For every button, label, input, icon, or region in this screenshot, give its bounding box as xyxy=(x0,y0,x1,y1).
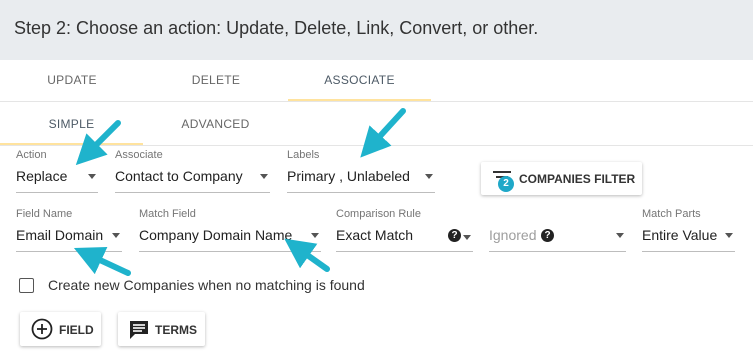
create-new-label: Create new Companies when no matching is… xyxy=(48,277,365,293)
comparison-rule-label: Comparison Rule xyxy=(336,208,421,220)
tab-delete[interactable]: DELETE xyxy=(164,73,268,101)
comparison-rule-select[interactable]: Exact Match ? xyxy=(336,220,473,252)
associate-select[interactable]: Contact to Company xyxy=(115,161,270,193)
action-label: Action xyxy=(16,149,47,161)
help-icon[interactable]: ? xyxy=(541,229,554,242)
tab-update[interactable]: UPDATE xyxy=(20,73,124,101)
subtabs-divider xyxy=(0,145,753,146)
field-name-value: Email Domain xyxy=(16,227,104,243)
ignored-value: Ignored xyxy=(489,227,537,243)
chevron-down-icon xyxy=(88,174,96,179)
labels-label: Labels xyxy=(287,149,320,161)
help-icon[interactable]: ? xyxy=(448,229,461,242)
chevron-down-icon xyxy=(616,233,624,238)
action-value: Replace xyxy=(16,168,68,184)
tabs-divider xyxy=(0,101,753,102)
labels-select[interactable]: Primary , Unlabeled xyxy=(287,161,435,193)
field-button-label: FIELD xyxy=(59,323,94,337)
add-circle-icon xyxy=(31,318,53,340)
match-field-value: Company Domain Name xyxy=(139,227,293,243)
field-name-label: Field Name xyxy=(16,208,73,220)
match-field-select[interactable]: Company Domain Name xyxy=(139,220,321,252)
terms-button[interactable]: TERMS xyxy=(118,312,205,346)
arrow-icon xyxy=(360,108,406,158)
terms-button-label: TERMS xyxy=(155,323,197,337)
chevron-down-icon xyxy=(311,233,319,238)
companies-filter-button[interactable]: 2 COMPANIES FILTER xyxy=(481,162,642,195)
action-select[interactable]: Replace xyxy=(16,161,98,193)
tab-simple[interactable]: SIMPLE xyxy=(0,117,143,143)
ignored-select[interactable]: Ignored ? xyxy=(489,220,626,252)
filter-count-badge: 2 xyxy=(498,176,514,192)
chevron-down-icon xyxy=(260,174,268,179)
match-parts-select[interactable]: Entire Value xyxy=(642,220,735,252)
tab-associate[interactable]: ASSOCIATE xyxy=(288,73,431,101)
associate-value: Contact to Company xyxy=(115,168,243,184)
tab-advanced[interactable]: ADVANCED xyxy=(144,117,287,143)
labels-value: Primary , Unlabeled xyxy=(287,168,410,184)
match-parts-value: Entire Value xyxy=(642,227,718,243)
step-title: Step 2: Choose an action: Update, Delete… xyxy=(14,18,539,38)
comment-icon xyxy=(130,321,148,339)
chevron-down-icon xyxy=(112,233,120,238)
chevron-down-icon xyxy=(425,174,433,179)
step-header: Step 2: Choose an action: Update, Delete… xyxy=(0,0,753,60)
chevron-down-icon xyxy=(725,233,733,238)
add-field-button[interactable]: FIELD xyxy=(20,312,101,346)
create-new-checkbox[interactable] xyxy=(19,278,34,293)
match-field-label: Match Field xyxy=(139,208,196,220)
arrow-icon xyxy=(73,246,131,276)
associate-label: Associate xyxy=(115,149,163,161)
match-parts-label: Match Parts xyxy=(642,208,701,220)
chevron-down-icon xyxy=(463,235,471,240)
field-name-select[interactable]: Email Domain xyxy=(16,220,122,252)
comparison-rule-value: Exact Match xyxy=(336,227,414,243)
companies-filter-label: COMPANIES FILTER xyxy=(519,172,636,186)
